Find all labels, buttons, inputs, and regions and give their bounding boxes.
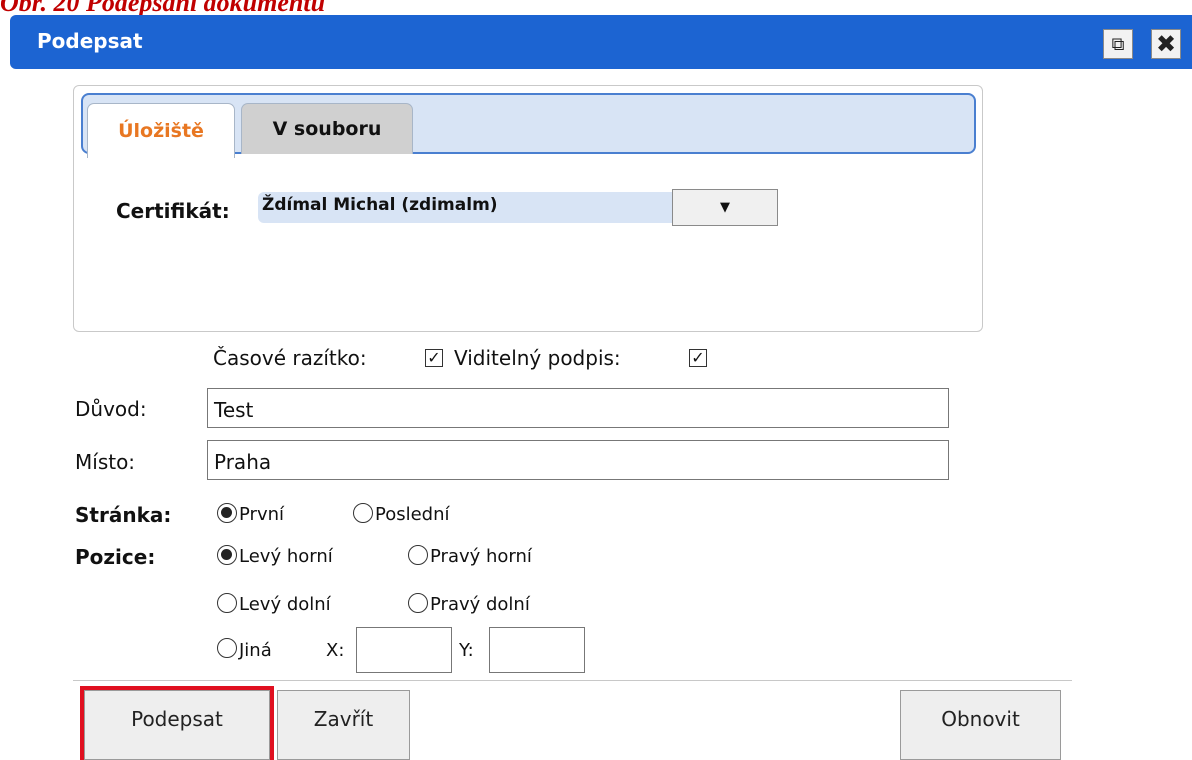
position-other-label: Jiná [239, 640, 272, 661]
sign-button[interactable]: Podepsat [80, 686, 274, 760]
certificate-value[interactable]: Ždímal Michal (zdimalm) [258, 192, 672, 223]
popout-icon[interactable]: ⧉ [1103, 29, 1133, 59]
reason-input[interactable]: Test [207, 388, 949, 428]
position-top-right-radio[interactable] [408, 545, 428, 565]
tab-in-file[interactable]: V souboru [241, 103, 413, 154]
position-other-radio[interactable] [217, 638, 237, 658]
reason-label: Důvod: [75, 397, 147, 421]
position-top-left-label: Levý horní [239, 546, 333, 567]
chevron-down-icon[interactable]: ▼ [672, 189, 778, 226]
x-label: X: [326, 640, 345, 661]
visible-signature-label: Viditelný podpis: [454, 346, 621, 370]
y-label: Y: [459, 640, 474, 661]
place-label: Místo: [75, 450, 136, 474]
position-bottom-right-label: Pravý dolní [430, 594, 530, 615]
close-icon[interactable]: ✖ [1151, 29, 1181, 59]
position-top-right-label: Pravý horní [430, 546, 532, 567]
timestamp-label: Časové razítko: [213, 346, 367, 370]
place-input[interactable]: Praha [207, 440, 949, 480]
position-top-left-radio[interactable] [217, 545, 237, 565]
close-button[interactable]: Zavřít [277, 690, 410, 760]
certificate-label: Certifikát: [116, 199, 230, 223]
tab-storage[interactable]: Úložiště [87, 103, 235, 158]
position-bottom-left-radio[interactable] [217, 593, 237, 613]
position-bottom-right-radio[interactable] [408, 593, 428, 613]
visible-signature-checkbox[interactable]: ✓ [689, 349, 707, 367]
certificate-select[interactable]: Ždímal Michal (zdimalm) ▼ [258, 189, 778, 226]
y-coordinate-input[interactable] [489, 627, 585, 673]
position-bottom-left-label: Levý dolní [239, 594, 331, 615]
page-label: Stránka: [75, 503, 172, 527]
page-first-label: První [239, 504, 284, 525]
dialog-title: Podepsat [37, 29, 143, 53]
page-last-label: Poslední [375, 504, 450, 525]
refresh-button[interactable]: Obnovit [900, 690, 1061, 760]
tab-bar: Úložiště V souboru [81, 93, 976, 158]
certificate-panel: Úložiště V souboru Certifikát: Ždímal Mi… [73, 85, 983, 332]
page-first-radio[interactable] [217, 503, 237, 523]
dialog-titlebar: Podepsat ⧉ ✖ [10, 15, 1192, 69]
timestamp-checkbox[interactable]: ✓ [425, 349, 443, 367]
footer-divider [73, 680, 1072, 681]
position-label: Pozice: [75, 545, 156, 569]
page-last-radio[interactable] [353, 503, 373, 523]
x-coordinate-input[interactable] [356, 627, 452, 673]
